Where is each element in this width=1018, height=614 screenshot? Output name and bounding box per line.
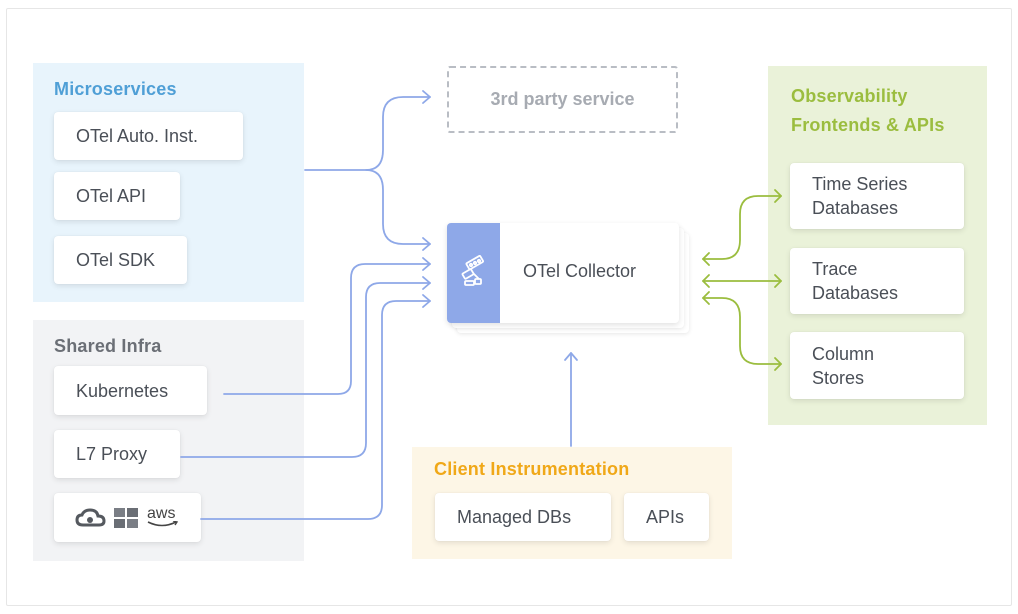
time-series-line2: Databases — [812, 198, 899, 218]
shared-infra-group: Shared Infra Kubernetes L7 Proxy aws — [33, 320, 304, 561]
otel-auto-inst-card: OTel Auto. Inst. — [54, 112, 243, 160]
l7-proxy-card: L7 Proxy — [54, 430, 180, 478]
trace-databases-line1: Trace — [812, 259, 858, 279]
column-stores-line2: Stores — [812, 367, 865, 388]
shared-infra-title: Shared Infra — [54, 336, 162, 356]
time-series-databases-card: Time Series Databases — [790, 163, 964, 229]
column-stores-line1: Column — [812, 343, 875, 364]
cloud-icon — [75, 507, 106, 526]
trace-databases-card: Trace Databases — [790, 248, 964, 314]
windows-icon — [114, 507, 138, 528]
observability-group: Observability Frontends & APIs Time Seri… — [768, 66, 987, 425]
otel-collector: OTel Collector — [447, 223, 679, 323]
telescope-icon — [461, 255, 484, 286]
trace-databases-line2: Databases — [812, 283, 899, 303]
otel-api-card: OTel API — [54, 172, 180, 220]
time-series-line1: Time Series — [812, 174, 908, 194]
managed-dbs-card: Managed DBs — [435, 493, 611, 541]
microservices-title: Microservices — [54, 79, 177, 99]
cloud-providers-card: aws — [54, 493, 201, 542]
microservices-group: Microservices OTel Auto. Inst. OTel API … — [33, 63, 304, 302]
observability-title: Observability Frontends & APIs — [791, 86, 945, 135]
client-instrumentation-group: Client Instrumentation Managed DBs APIs — [412, 447, 732, 559]
aws-smile-icon — [147, 521, 179, 527]
apis-card: APIs — [624, 493, 709, 541]
aws-logo-text: aws — [147, 505, 176, 522]
third-party-service: 3rd party service — [447, 66, 678, 133]
otel-sdk-card: OTel SDK — [54, 236, 187, 284]
kubernetes-card: Kubernetes — [54, 366, 207, 415]
collector-strip — [447, 223, 500, 323]
aws-logo: aws — [147, 505, 179, 528]
client-instrumentation-title: Client Instrumentation — [434, 459, 630, 479]
collector-label: OTel Collector — [523, 261, 637, 281]
column-stores-card: Column Stores — [790, 332, 964, 399]
